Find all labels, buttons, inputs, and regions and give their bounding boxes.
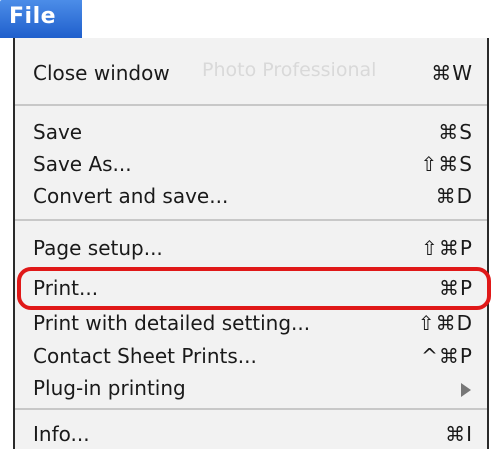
menu-item-label: Save As... <box>33 152 132 176</box>
chevron-right-icon <box>461 383 471 397</box>
file-dropdown-menu: Photo Professional Close window ⌘W Save … <box>13 38 491 451</box>
menu-item-label: Page setup... <box>33 236 163 260</box>
menu-item-close-window[interactable]: Close window ⌘W <box>33 56 473 90</box>
menu-item-label: Convert and save... <box>33 184 229 208</box>
menu-item-info[interactable]: Info... ⌘I <box>33 417 473 451</box>
menu-item-convert-and-save[interactable]: Convert and save... ⌘D <box>33 179 473 213</box>
menu-item-label: Print with detailed setting... <box>33 311 311 335</box>
menu-item-shortcut: ⌘D <box>435 184 473 208</box>
menu-item-shortcut: ^⌘P <box>421 344 473 368</box>
menu-item-plugin-printing[interactable]: Plug-in printing <box>33 371 473 405</box>
menu-item-shortcut: ⇧⌘P <box>421 236 473 260</box>
print-item-highlight-callout <box>17 267 491 310</box>
menu-item-shortcut: ⇧⌘S <box>420 152 473 176</box>
menu-item-print-detailed[interactable]: Print with detailed setting... ⇧⌘D <box>33 306 473 340</box>
menu-item-label: Contact Sheet Prints... <box>33 344 257 368</box>
menu-item-label: Save <box>33 120 83 144</box>
menu-separator <box>15 408 487 410</box>
menu-item-shortcut: ⌘W <box>431 61 473 85</box>
menu-separator <box>15 219 487 221</box>
menu-item-page-setup[interactable]: Page setup... ⇧⌘P <box>33 231 473 265</box>
menu-item-shortcut: ⌘I <box>445 422 473 446</box>
file-menu-title[interactable]: File <box>0 0 82 38</box>
menu-item-label: Close window <box>33 61 170 85</box>
menu-item-label: Info... <box>33 422 90 446</box>
menu-item-save[interactable]: Save ⌘S <box>33 115 473 149</box>
menu-item-save-as[interactable]: Save As... ⇧⌘S <box>33 147 473 181</box>
menu-separator <box>15 104 487 106</box>
menu-item-shortcut: ⇧⌘D <box>417 311 473 335</box>
file-menu-label: File <box>9 4 57 29</box>
menu-item-contact-sheet-prints[interactable]: Contact Sheet Prints... ^⌘P <box>33 339 473 373</box>
menu-item-shortcut: ⌘S <box>438 120 473 144</box>
menu-item-label: Plug-in printing <box>33 376 186 400</box>
